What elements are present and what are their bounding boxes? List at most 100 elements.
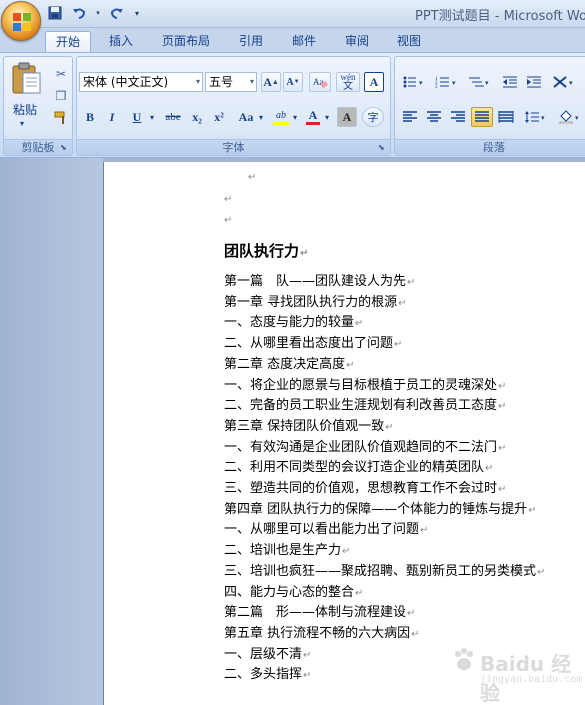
italic-button[interactable]: I (102, 107, 122, 127)
paragraph-shading-button[interactable]: ▾ (555, 107, 585, 127)
tab-mailings[interactable]: 邮件 (283, 31, 325, 52)
line-spacing-icon: ▾ (525, 111, 545, 123)
document-line: 四、能力与心态的整合↵ (224, 584, 363, 603)
format-painter-icon[interactable] (52, 109, 70, 127)
quick-access-toolbar: ▾ ▾ (46, 3, 142, 23)
enclose-characters-button[interactable]: 字 (362, 107, 384, 127)
document-line: 二、完备的员工职业生涯规划有利改善员工态度↵ (224, 397, 506, 416)
grow-font-label: A (263, 74, 272, 89)
document-line: 第一章 寻找团队执行力的根源↵ (224, 294, 407, 313)
paragraph-mark: ↵ (342, 546, 351, 558)
tab-home[interactable]: 开始 (45, 31, 91, 52)
undo-dropdown-icon[interactable]: ▾ (94, 4, 102, 22)
font-name-combo[interactable]: 宋体 (中文正文) ▾ (79, 72, 203, 92)
decrease-indent-icon (503, 76, 517, 88)
svg-text:▾: ▾ (569, 79, 573, 87)
line-text: 一、态度与能力的较量 (224, 315, 355, 331)
font-launcher-icon[interactable]: ⬊ (378, 143, 387, 152)
paragraph-mark: ↵ (498, 484, 507, 495)
line-text: 第四章 团队执行力的保障——个体能力的锤炼与提升 (224, 501, 528, 517)
grow-font-button[interactable]: A ▲ (261, 72, 281, 92)
paragraph-mark: ↵ (355, 587, 364, 599)
window-title: PPT测试题目 - Microsoft Word (415, 9, 585, 24)
align-right-button[interactable] (447, 107, 469, 127)
change-case-dropdown-icon[interactable]: ▾ (257, 107, 265, 127)
customize-toolbar-icon[interactable]: ▾ (132, 4, 142, 22)
paste-icon[interactable] (10, 61, 42, 95)
bullets-button[interactable]: ▾ (399, 72, 429, 92)
document-line: 二、利用不同类型的会议打造企业的精英团队↵ (224, 459, 493, 478)
font-color-bar (306, 122, 320, 125)
watermark: Baidu 经验 jingyan.baidu.com (450, 640, 582, 705)
decrease-indent-button[interactable] (499, 72, 521, 92)
clipboard-launcher-icon[interactable]: ⬊ (60, 143, 69, 152)
chinese-layout-button[interactable]: ▾ (549, 72, 579, 92)
tab-review[interactable]: 审阅 (336, 31, 378, 52)
change-case-button[interactable]: Aa (233, 107, 259, 127)
undo-icon[interactable] (70, 4, 88, 22)
line-text: 第三章 保持团队价值观一致 (224, 418, 385, 434)
align-left-button[interactable] (399, 107, 421, 127)
increase-indent-button[interactable] (523, 72, 545, 92)
clear-formatting-button[interactable]: Aa (309, 72, 331, 92)
font-color-dropdown-icon[interactable]: ▾ (323, 107, 331, 127)
paragraph-mark: ↵ (248, 172, 257, 183)
document-line: 二、多头指挥↵ (224, 666, 311, 685)
paragraph-mark: ↵ (303, 670, 312, 682)
ribbon: 粘贴 ▾ ✂ ❐ 剪贴板 ⬊ 宋体 (中文正文) ▾ 五号 ▾ A ▲ A ▼ Aa… (0, 52, 585, 158)
paragraph-mark: ↵ (498, 380, 507, 392)
cut-icon[interactable]: ✂ (52, 65, 70, 83)
document-line: 三、塑造共同的价值观，思想教育工作不会过时↵ (224, 480, 506, 499)
character-border-button[interactable]: A (364, 72, 384, 92)
align-center-button[interactable] (423, 107, 445, 127)
document-line: 三、培训也疯狂——聚成招聘、甄别新员工的另类模式↵ (224, 563, 545, 582)
paragraph-mark: ↵ (398, 297, 407, 309)
justify-button[interactable] (471, 107, 493, 127)
highlight-button[interactable]: ab (269, 107, 293, 127)
superscript-button[interactable]: x² (209, 107, 229, 127)
font-group-label: 字体 (77, 139, 390, 155)
tab-page-layout[interactable]: 页面布局 (153, 31, 219, 52)
document-page[interactable]: ↵ ↵ ↵ 团队执行力↵ 第一篇 队——团队建设人为先↵ 第一章 寻找团队执行力的… (103, 162, 585, 705)
line-text: 第一篇 队——团队建设人为先 (224, 274, 407, 289)
font-size-combo[interactable]: 五号 ▾ (205, 72, 257, 92)
office-button[interactable] (1, 1, 41, 41)
paragraph-mark: ↵ (420, 525, 429, 537)
paint-bucket-icon: ▾ (559, 110, 579, 124)
phonetic-guide-button[interactable]: wén 文 (336, 72, 360, 92)
align-right-icon (451, 111, 465, 122)
font-color-button[interactable]: A (303, 107, 323, 127)
numbering-button[interactable]: 1 2 3 ▾ (432, 72, 462, 92)
multilevel-list-icon: ▾ (469, 77, 489, 87)
tab-references[interactable]: 引用 (230, 31, 272, 52)
paste-button[interactable]: 粘贴 (13, 101, 37, 118)
highlight-dropdown-icon[interactable]: ▾ (291, 107, 299, 127)
line-spacing-button[interactable]: ▾ (521, 107, 551, 127)
tab-insert[interactable]: 插入 (100, 31, 142, 52)
multilevel-list-button[interactable]: ▾ (465, 72, 495, 92)
tab-view[interactable]: 视图 (388, 31, 430, 52)
line-text: 一、有效沟通是企业团队价值观趋同的不二法门 (224, 439, 498, 455)
distributed-button[interactable] (495, 107, 517, 127)
paragraph-mark: ↵ (224, 194, 233, 205)
line-text: 第二章 态度决定高度 (224, 356, 346, 372)
chinese-layout-icon: ▾ (553, 76, 573, 88)
line-text: 第五章 执行流程不畅的六大病因 (224, 625, 411, 641)
document-line: 第五章 执行流程不畅的六大病因↵ (224, 625, 420, 644)
line-text: 一、层级不清 (224, 646, 303, 662)
line-text: 二、多头指挥 (224, 667, 303, 683)
save-icon[interactable] (46, 4, 64, 22)
shrink-font-button[interactable]: A ▼ (283, 72, 303, 92)
line-text: 三、培训也疯狂——聚成招聘、甄别新员工的另类模式 (224, 563, 537, 579)
paragraph-mark: ↵ (528, 504, 537, 516)
bold-button[interactable]: B (80, 107, 100, 127)
character-shading-button[interactable]: A (337, 107, 357, 127)
paste-dropdown-icon[interactable]: ▾ (20, 119, 24, 128)
document-line: 一、态度与能力的较量↵ (224, 314, 363, 333)
subscript-button[interactable]: x₂ (187, 107, 207, 127)
font-size-value: 五号 (209, 75, 234, 89)
strikethrough-button[interactable]: abe (161, 107, 185, 127)
copy-icon[interactable]: ❐ (52, 87, 70, 105)
underline-dropdown-icon[interactable]: ▾ (147, 107, 157, 127)
redo-icon[interactable] (108, 4, 126, 22)
